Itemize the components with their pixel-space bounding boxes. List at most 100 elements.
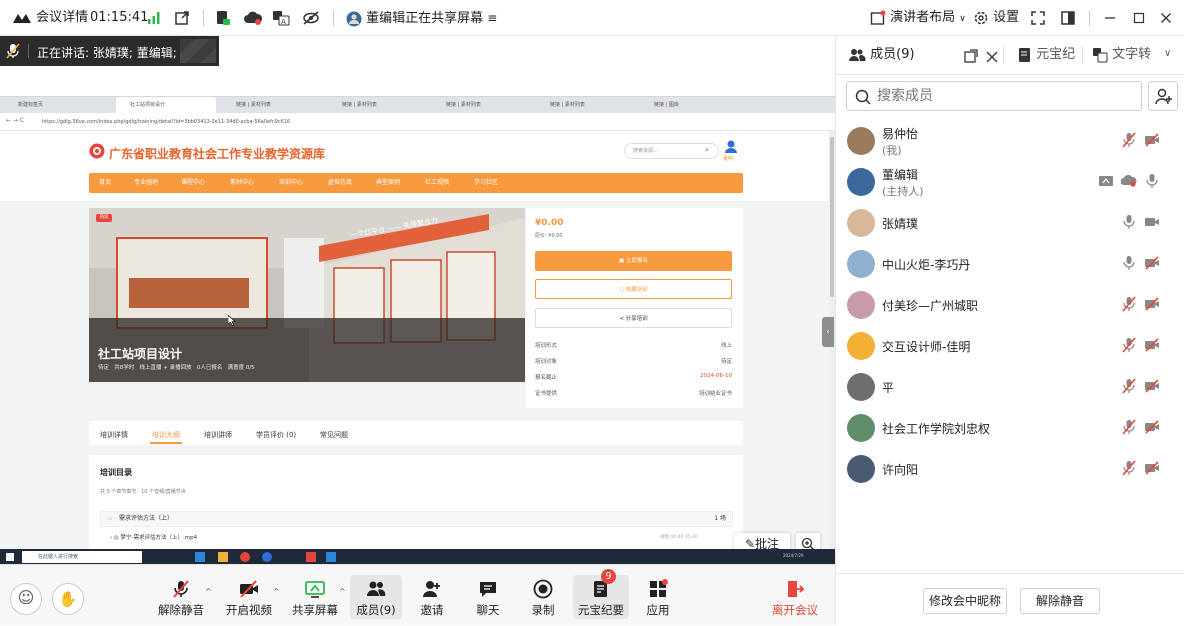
document-lock-icon[interactable] [215,0,231,36]
chevron-up-icon[interactable]: ^ [205,587,212,596]
camera-off-icon[interactable] [1144,296,1160,316]
toc-chapter-row[interactable]: ▭ 需求评估方法（上） 1 场 [100,511,733,527]
site-nav-item[interactable]: 学习社区 [474,173,498,193]
camera-off-icon[interactable] [1144,419,1160,439]
yuanbao-notes-button[interactable]: 9 元宝纪要 [573,569,629,619]
minimize-icon[interactable] [1104,0,1116,36]
tab-transcript[interactable]: 文字转 [1092,36,1151,74]
mic-muted-icon[interactable] [1121,460,1137,480]
cloud-record-icon[interactable] [244,0,262,36]
close-icon[interactable] [986,48,998,67]
chevron-up-icon[interactable]: ^ [339,587,346,596]
translate-icon[interactable]: A [272,0,290,36]
tab-details[interactable]: 培训详情 [100,430,128,440]
browser-tab[interactable]: 链接 | 素材列表 [432,97,532,113]
browser-tab[interactable]: 链接 | 素材列表 [536,97,636,113]
camera-icon[interactable] [1144,214,1160,234]
tab-reviews[interactable]: 学员评价 (0) [256,430,296,440]
windows-start-icon[interactable] [6,553,14,561]
tab-yuanbao[interactable]: 元宝纪 [1018,36,1075,74]
mic-muted-icon[interactable] [1121,378,1137,398]
camera-off-icon[interactable] [1144,460,1160,480]
enroll-button[interactable]: ▣ 立即报名 [535,251,732,271]
share-button[interactable]: < 分享培训 [535,308,732,328]
search-icon[interactable]: ⌕ [705,146,709,155]
mic-muted-icon[interactable] [1121,296,1137,316]
members-button[interactable]: 成员(9) [350,575,402,619]
site-nav-item[interactable]: 素材中心 [230,173,254,193]
mic-icon[interactable] [1144,173,1160,193]
popout-icon[interactable] [174,0,190,36]
user-avatar-icon[interactable] [724,139,738,153]
fullscreen-icon[interactable] [1030,0,1046,36]
meeting-details-button[interactable]: 会议详情 [12,0,88,36]
raise-hand-icon[interactable]: ✋ [52,583,84,615]
site-nav-item[interactable]: 培训中心 [279,173,303,193]
member-row[interactable]: 平 [836,368,1184,409]
tab-outline[interactable]: 培训大纲 [152,430,180,440]
site-nav-item[interactable]: 首页 [99,173,111,193]
browser-tab[interactable]: 新建标签页 [4,97,112,113]
close-icon[interactable] [1160,0,1172,36]
sharing-status[interactable]: 董编辑正在共享屏幕 ≡ [346,0,497,36]
rename-button[interactable]: 修改会中昵称 [923,588,1007,614]
site-nav-item[interactable]: 专业园地 [134,173,158,193]
member-row[interactable]: 张婧璞 [836,204,1184,245]
site-nav-item[interactable]: 社工视频 [425,173,449,193]
site-nav-item[interactable]: 课程中心 [181,173,205,193]
tab-lecturers[interactable]: 培训讲师 [204,430,232,440]
leave-meeting-button[interactable]: 离开会议 [767,565,823,626]
unmute-button[interactable]: 解除静音 [153,565,209,626]
member-row[interactable]: 社会工作学院刘忠权 [836,409,1184,450]
member-row[interactable]: 易仲怡 (我) [836,122,1184,163]
taskbar-app-icon[interactable] [195,552,205,562]
apps-button[interactable]: 应用 [630,565,686,626]
site-nav-item[interactable]: 虚拟仿真 [328,173,352,193]
member-search-input[interactable] [877,86,1132,106]
browser-tab[interactable]: 链接 | 素材列表 [328,97,428,113]
chat-button[interactable]: 聊天 [460,565,516,626]
emoji-reaction-icon[interactable]: ☺ [10,583,42,615]
camera-off-icon[interactable] [1144,255,1160,275]
site-nav-item[interactable]: 典型案例 [376,173,400,193]
browser-tab[interactable]: 社工站项目设计 [116,97,216,113]
sidebar-toggle-icon[interactable] [1060,0,1076,36]
camera-off-icon[interactable] [1144,337,1160,357]
chevron-down-icon[interactable]: ∨ [1164,48,1171,59]
member-row[interactable]: 付美珍—广州城职 [836,286,1184,327]
invite-button[interactable]: 邀请 [404,565,460,626]
mic-muted-icon[interactable] [1121,419,1137,439]
share-screen-button[interactable]: 共享屏幕 [287,565,343,626]
taskbar-app-icon[interactable] [306,552,316,562]
member-row[interactable]: 交互设计师-佳明 [836,327,1184,368]
chevron-up-icon[interactable]: ^ [273,587,280,596]
site-user-name[interactable]: 董明 [723,155,733,162]
taskbar-app-icon[interactable] [326,552,336,562]
tab-faq[interactable]: 常见问题 [320,430,348,440]
chrome-icon[interactable] [240,552,250,562]
member-search[interactable] [846,81,1142,111]
member-row[interactable]: 许向阳 [836,450,1184,491]
popout-icon[interactable] [964,48,978,67]
member-row[interactable]: 中山火炬-李巧丹 [836,245,1184,286]
taskbar-search[interactable]: 在此键入进行搜索 [22,551,142,563]
browser-tab[interactable]: 链接 | 图库 [640,97,740,113]
hide-eye-icon[interactable] [302,0,320,36]
tab-members[interactable]: 成员(9) [848,36,915,74]
favorite-button[interactable]: ◻ 收藏培训 [535,279,732,299]
maximize-icon[interactable] [1133,0,1145,36]
taskbar-app-icon[interactable] [218,552,228,562]
mic-icon[interactable] [1121,255,1137,275]
mic-muted-icon[interactable] [1121,132,1137,152]
camera-off-icon[interactable] [1144,378,1160,398]
layout-switch-button[interactable]: 演讲者布局 ∨ [870,0,966,36]
start-video-button[interactable]: 开启视频 [221,565,277,626]
record-button[interactable]: 录制 [515,565,571,626]
taskbar-app-icon[interactable] [262,552,272,562]
nav-arrows-icon[interactable]: ← → C [6,117,24,124]
member-row[interactable]: 董编辑 (主持人) [836,163,1184,204]
add-member-button[interactable] [1148,81,1178,111]
browser-tab[interactable]: 链接 | 素材列表 [222,97,322,113]
unmute-all-button[interactable]: 解除静音 [1020,588,1100,614]
mic-icon[interactable] [1121,214,1137,234]
